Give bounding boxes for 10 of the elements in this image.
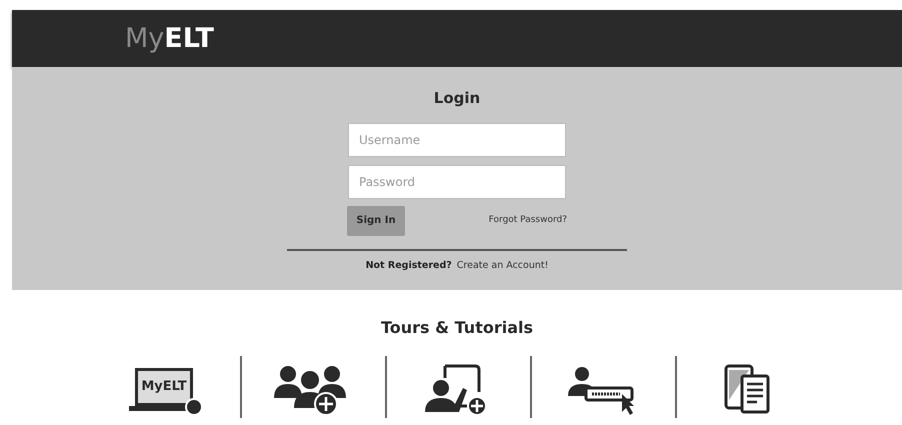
forgot-password-link[interactable]: Forgot Password? bbox=[488, 214, 567, 228]
password-field[interactable]: Password bbox=[348, 164, 566, 198]
logo[interactable]: MyELT bbox=[125, 25, 214, 52]
sign-in-button[interactable]: Sign In bbox=[347, 206, 405, 236]
tablet-document-icon[interactable] bbox=[724, 364, 772, 416]
username-field[interactable]: Username bbox=[348, 122, 566, 156]
tutorials-title: Tours & Tutorials bbox=[380, 317, 534, 339]
create-account-link[interactable]: Create an Account! bbox=[456, 258, 548, 273]
login-title: Login bbox=[434, 88, 480, 109]
not-registered-text: Not Registered? bbox=[366, 258, 452, 272]
